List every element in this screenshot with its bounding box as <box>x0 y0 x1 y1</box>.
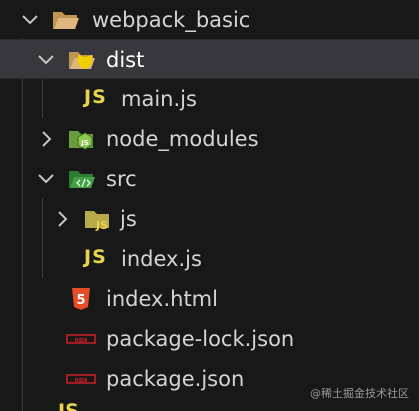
tree-row-package-lock-json[interactable]: npm package-lock.json <box>0 319 419 359</box>
file-label: package-lock.json <box>106 327 295 351</box>
dist-folder-open-icon <box>68 48 96 72</box>
folder-label: dist <box>106 48 145 72</box>
tree-row-index-js[interactable]: JS index.js <box>0 239 419 279</box>
svg-text:5: 5 <box>76 293 85 308</box>
svg-text:JS: JS <box>80 139 89 147</box>
file-label: index.js <box>121 247 202 271</box>
chevron-down-icon[interactable] <box>36 50 56 70</box>
svg-text:npm: npm <box>75 336 88 344</box>
node-folder-icon: JS <box>68 127 96 151</box>
html5-file-icon: 5 <box>68 287 96 311</box>
folder-label: node_modules <box>106 127 259 151</box>
svg-text:npm: npm <box>75 376 88 384</box>
folder-open-icon <box>52 8 80 32</box>
file-label: main.js <box>121 87 197 111</box>
tree-row-index-html[interactable]: 5 index.html <box>0 279 419 319</box>
file-label: package.json <box>106 367 245 391</box>
svg-text:JS: JS <box>95 219 108 231</box>
javascript-file-icon: JS <box>84 246 107 268</box>
tree-row-js-folder[interactable]: JS js <box>0 199 419 239</box>
chevron-right-icon[interactable] <box>36 129 56 149</box>
javascript-file-icon: JS <box>58 400 79 411</box>
folder-label: webpack_basic <box>92 8 251 32</box>
tree-row-main-js[interactable]: JS main.js <box>0 79 419 119</box>
file-explorer: webpack_basic dist JS main.js JS node_mo… <box>0 0 419 411</box>
chevron-down-icon[interactable] <box>20 10 40 30</box>
chevron-right-icon[interactable] <box>52 209 72 229</box>
file-label: index.html <box>106 287 218 311</box>
tree-row-webpack-basic[interactable]: webpack_basic <box>0 0 419 40</box>
watermark: @稀土掘金技术社区 <box>310 387 409 400</box>
js-folder-icon: JS <box>84 207 112 231</box>
chevron-down-icon[interactable] <box>36 169 56 189</box>
tree-row-node-modules[interactable]: JS node_modules <box>0 119 419 159</box>
npm-file-icon: npm <box>66 367 96 391</box>
folder-label: src <box>106 167 137 191</box>
tree-row-src[interactable]: src <box>0 159 419 199</box>
tree-row-dist[interactable]: dist <box>0 39 419 79</box>
src-folder-open-icon <box>68 167 96 191</box>
javascript-file-icon: JS <box>84 86 107 108</box>
npm-file-icon: npm <box>66 327 96 351</box>
folder-label: js <box>120 207 137 231</box>
